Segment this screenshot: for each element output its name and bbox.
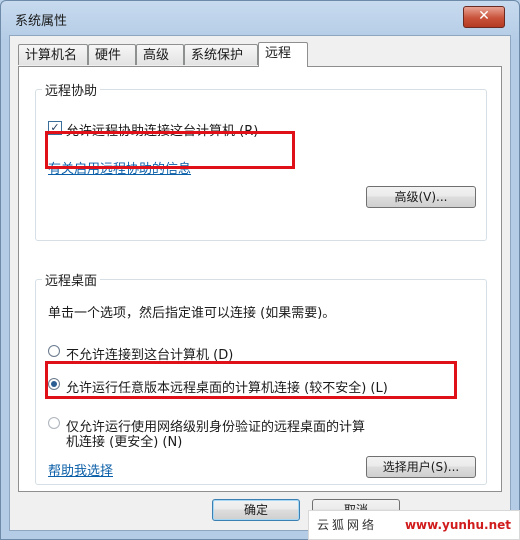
- title-bar[interactable]: 系统属性 ✕: [1, 1, 519, 35]
- tab-remote[interactable]: 远程: [258, 42, 308, 67]
- tab-label: 远程: [265, 46, 292, 61]
- ok-button[interactable]: 确定: [212, 499, 300, 521]
- tab-computer-name[interactable]: 计算机名: [18, 44, 88, 65]
- highlight-box-allow-any-version: [45, 361, 457, 399]
- tab-label: 硬件: [95, 48, 122, 63]
- highlight-box-remote-assistance: [45, 131, 295, 169]
- close-button[interactable]: ✕: [463, 6, 505, 28]
- tab-label: 高级: [143, 48, 170, 63]
- tab-label: 计算机名: [25, 48, 78, 63]
- tab-system-protection[interactable]: 系统保护: [184, 44, 258, 65]
- radio-button[interactable]: [48, 345, 60, 357]
- select-users-button[interactable]: 选择用户(S)...: [366, 456, 476, 478]
- site-watermark: 云狐网络 www.yunhu.net: [308, 510, 520, 540]
- watermark-text: 云狐网络: [317, 518, 378, 532]
- dialog-content: 计算机名 硬件 高级 系统保护 远程 远程协助 ✓ 允许远程协助连接这台计算机 …: [9, 35, 511, 531]
- tab-hardware[interactable]: 硬件: [88, 44, 136, 65]
- radio-button[interactable]: [48, 417, 60, 429]
- option-nla-only-label-line2: 机连接 (更安全) (N): [66, 435, 183, 450]
- remote-tab-panel: 远程协助 ✓ 允许远程协助连接这台计算机 (R) 有关启用远程协助的信息 高级(…: [18, 66, 502, 492]
- help-me-choose-link[interactable]: 帮助我选择: [48, 460, 113, 479]
- watermark-url: www.yunhu.net: [404, 518, 511, 532]
- tab-advanced[interactable]: 高级: [136, 44, 184, 65]
- advanced-button[interactable]: 高级(V)...: [366, 186, 476, 208]
- close-icon: ✕: [478, 8, 490, 24]
- window-title: 系统属性: [15, 14, 68, 29]
- remote-desktop-instruction: 单击一个选项，然后指定谁可以连接 (如果需要)。: [48, 306, 336, 321]
- remote-desktop-group-label: 远程桌面: [42, 270, 101, 289]
- system-properties-window: 系统属性 ✕ 计算机名 硬件 高级 系统保护 远程 远程协助 ✓ 允许远程协助连…: [0, 0, 520, 540]
- remote-assistance-group-label: 远程协助: [42, 80, 101, 99]
- tab-label: 系统保护: [191, 48, 244, 63]
